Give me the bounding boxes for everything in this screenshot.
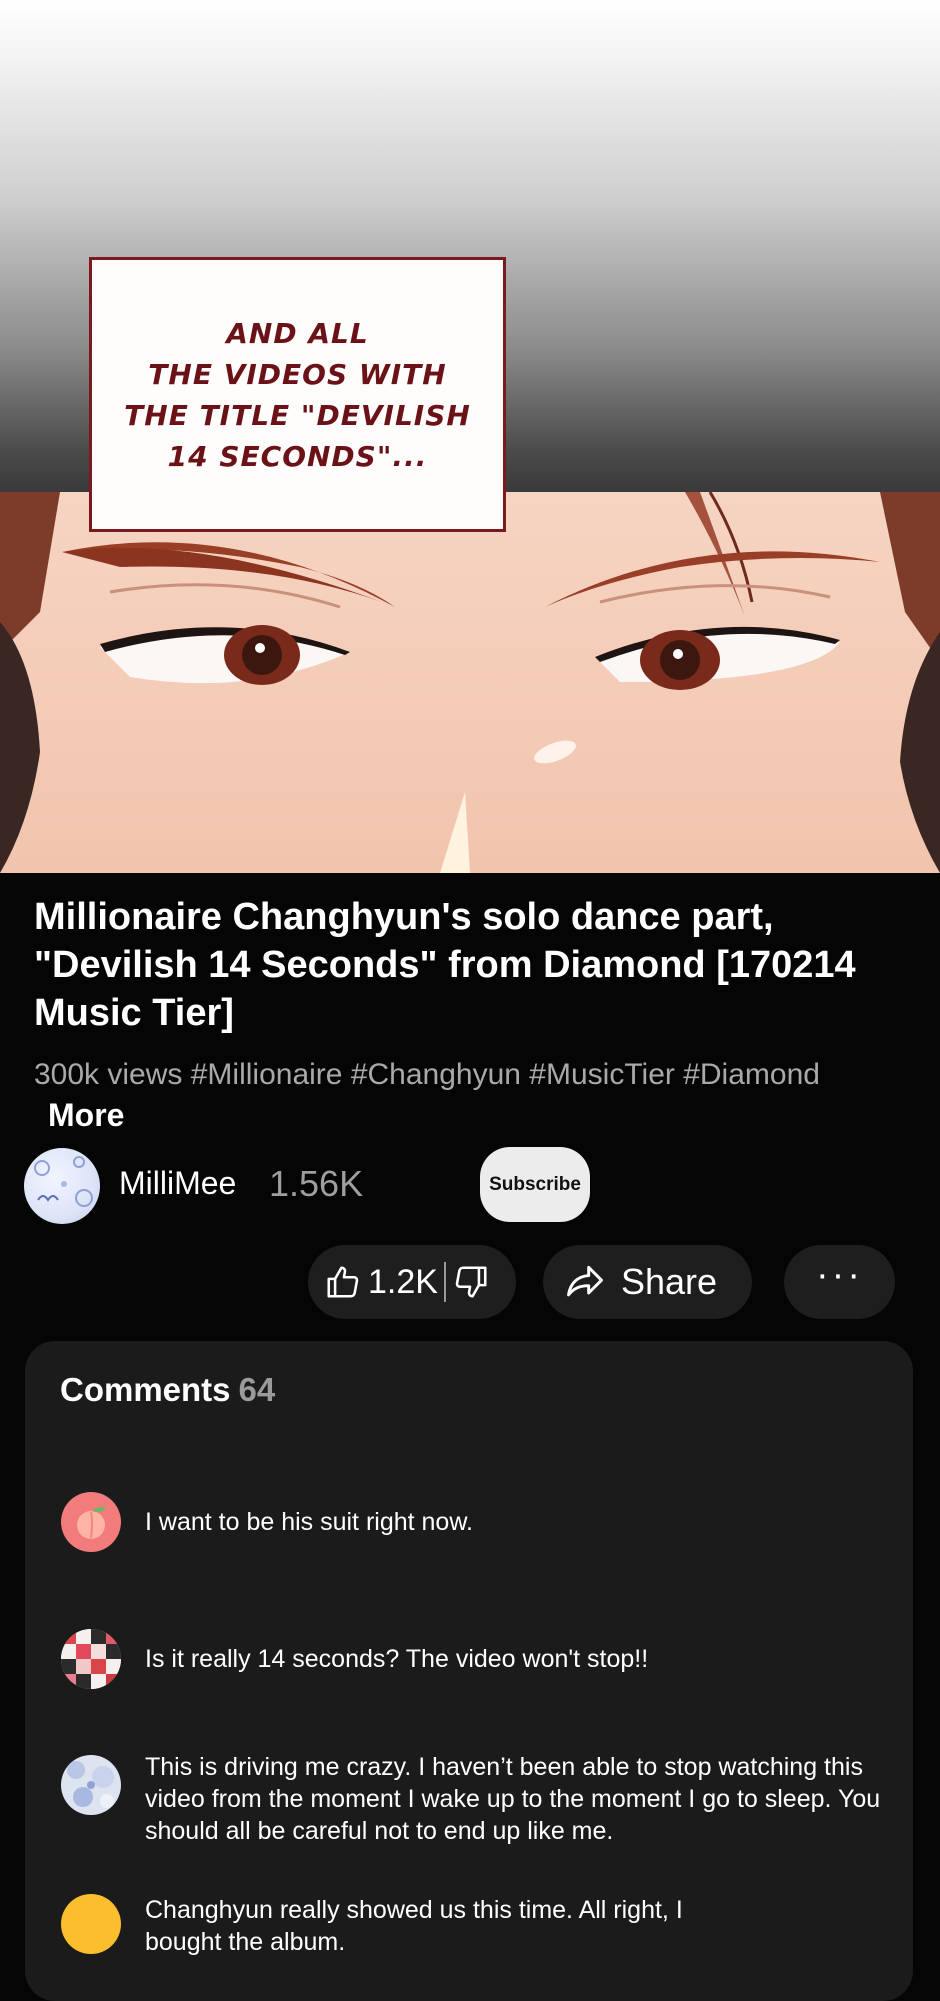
caption-box: AND ALL THE VIDEOS WITH THE TITLE "DEVIL… — [89, 257, 506, 532]
more-link[interactable]: More — [48, 1097, 124, 1133]
channel-row: MilliMee 1.56K Subscribe — [24, 1147, 904, 1224]
comments-count: 64 — [238, 1371, 276, 1408]
like-count: 1.2K — [368, 1262, 438, 1301]
subscriber-count: 1.56K — [269, 1163, 364, 1204]
subscribe-button[interactable]: Subscribe — [480, 1147, 590, 1222]
share-icon — [563, 1260, 607, 1304]
hashtags[interactable]: #Millionaire #Changhyun #MusicTier #Diam… — [191, 1058, 820, 1091]
video-title: Millionaire Changhyun's solo dance part,… — [34, 896, 856, 1034]
yellow-avatar[interactable] — [61, 1894, 121, 1954]
comment-text: This is driving me crazy. I haven’t been… — [145, 1753, 881, 1845]
checkered-avatar[interactable] — [61, 1629, 121, 1689]
channel-avatar-pattern-icon — [34, 1156, 93, 1207]
more-dots-icon: ··· — [816, 1254, 863, 1296]
comments-title: Comments — [60, 1371, 231, 1408]
comic-panel: AND ALL THE VIDEOS WITH THE TITLE "DEVIL… — [0, 0, 940, 873]
peach-icon — [77, 1506, 106, 1539]
more-options-button[interactable]: ··· — [784, 1245, 895, 1319]
caption-text: AND ALL THE VIDEOS WITH THE TITLE "DEVIL… — [124, 316, 471, 473]
like-divider — [443, 1262, 446, 1302]
comment-text: Is it really 14 seconds? The video won't… — [145, 1645, 649, 1673]
blue-floral-pattern-icon — [67, 1761, 114, 1808]
comments-section[interactable]: Comments 64 I want to be his suit right n… — [25, 1341, 913, 2001]
peach-avatar[interactable] — [61, 1492, 121, 1552]
comments-header: Comments 64 — [60, 1371, 275, 1409]
video-meta: 300k views #Millionaire #Changhyun #Musi… — [34, 1055, 854, 1137]
thumbs-up-icon[interactable] — [324, 1263, 362, 1301]
checkered-pattern-icon — [61, 1629, 121, 1689]
floral-avatar[interactable] — [61, 1755, 121, 1815]
channel-avatar[interactable] — [24, 1148, 100, 1224]
comment-text: Changhyun really showed us this time. Al… — [145, 1896, 683, 1956]
view-count: 300k views — [34, 1058, 183, 1091]
share-button[interactable]: Share — [543, 1245, 752, 1319]
thumbs-down-icon[interactable] — [452, 1263, 490, 1301]
comment-text: I want to be his suit right now. — [145, 1508, 473, 1536]
channel-name[interactable]: MilliMee — [119, 1165, 236, 1202]
share-label: Share — [621, 1261, 718, 1302]
comic-face-illustration — [0, 492, 940, 873]
like-dislike-pill: 1.2K — [308, 1245, 516, 1319]
